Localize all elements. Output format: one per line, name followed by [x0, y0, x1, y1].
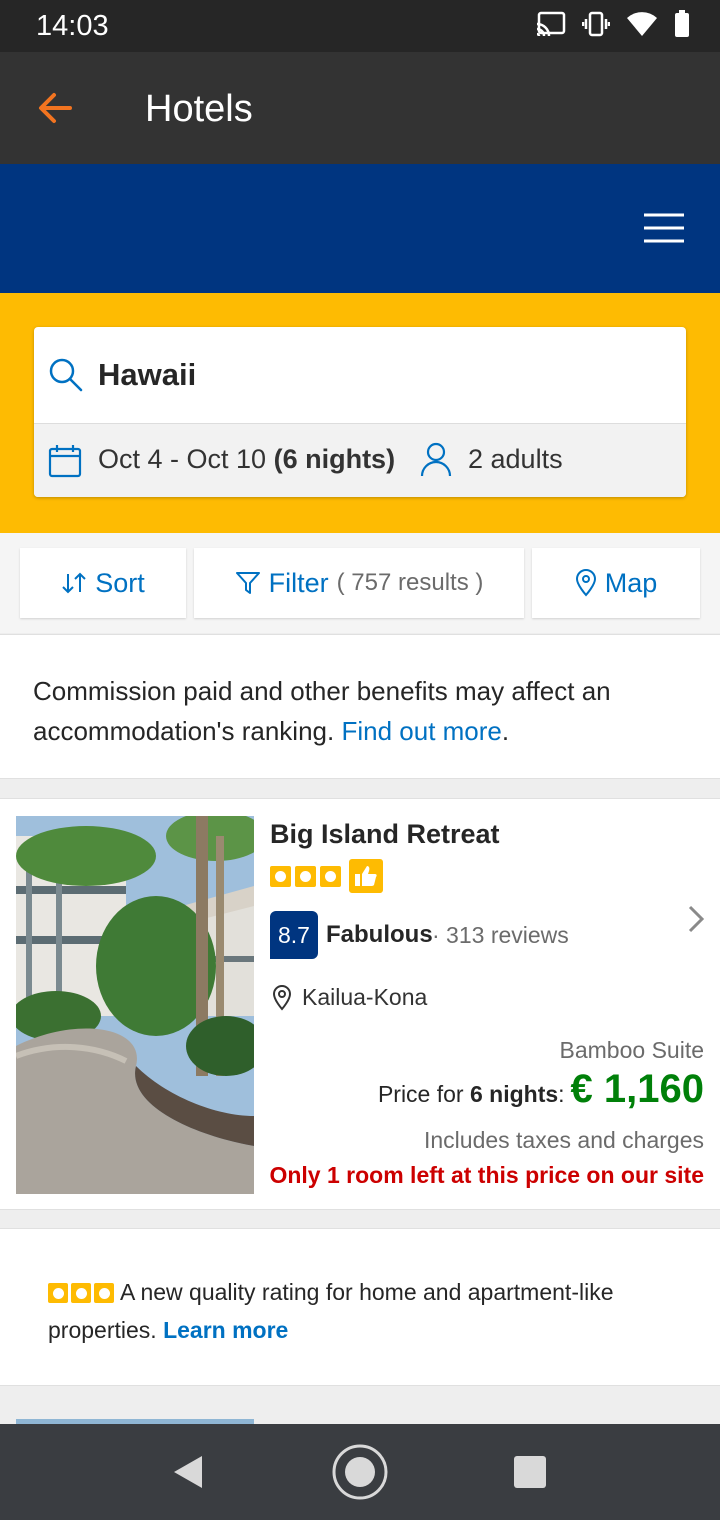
hotel-photo-image	[16, 816, 254, 1194]
vibrate-icon	[582, 11, 610, 37]
status-time: 14:03	[36, 10, 109, 42]
review-score-word: Fabulous	[326, 921, 433, 948]
hamburger-menu-icon	[644, 213, 684, 243]
find-out-more-link[interactable]: Find out more	[341, 716, 501, 746]
notice-text: Commission paid and other benefits may a…	[33, 671, 673, 751]
brand-bar	[0, 164, 720, 293]
nav-recents-icon[interactable]	[514, 1456, 546, 1488]
location-pin-icon	[272, 985, 292, 1011]
page-title: Hotels	[145, 88, 253, 130]
sort-label: Sort	[95, 567, 145, 598]
review-count: · 313 reviews	[432, 922, 569, 948]
nav-back-icon[interactable]	[172, 1454, 204, 1490]
rating-square-icon	[295, 865, 316, 887]
person-icon	[420, 442, 452, 477]
price-prefix: Price for	[377, 1081, 464, 1107]
back-button[interactable]	[34, 86, 78, 130]
notice-period: .	[501, 716, 510, 746]
wifi-icon	[627, 12, 657, 36]
filter-button[interactable]: Filter ( 757 results )	[194, 548, 524, 618]
search-card: Hawaii Oct 4 - Oct 10 (6 nights) 2 adult…	[34, 327, 686, 497]
rating-square-icon	[320, 865, 341, 887]
guests-field[interactable]: 2 adults	[468, 444, 563, 475]
quality-info-body: A new quality rating for home and apartm…	[48, 1279, 614, 1343]
calendar-icon	[48, 445, 82, 478]
map-label: Map	[604, 567, 658, 598]
price-value: € 1,160	[570, 1067, 704, 1111]
map-button[interactable]: Map	[532, 548, 700, 618]
quality-rating	[270, 859, 383, 893]
rating-square-icon	[71, 1283, 91, 1303]
sort-button[interactable]: Sort	[20, 548, 186, 618]
price-line: Price for 6 nights: € 1,160	[378, 1067, 704, 1112]
results-toolbar: Sort Filter ( 757 results ) Map	[0, 533, 720, 633]
battery-icon	[675, 10, 689, 37]
hotel-card[interactable]: Big Island Retreat 8.7 Fabulous · 313 re…	[0, 798, 720, 1210]
quality-rating-info: A new quality rating for home and apartm…	[0, 1228, 720, 1386]
price-colon: :	[558, 1081, 565, 1107]
price-nights: 6 nights	[469, 1081, 559, 1107]
filter-label: Filter	[268, 567, 329, 598]
dates-value: Oct 4 - Oct 10	[98, 444, 267, 474]
learn-more-link[interactable]: Learn more	[163, 1317, 288, 1343]
scarcity-message: Only 1 room left at this price on our si…	[269, 1162, 704, 1188]
nights-value: (6 nights)	[273, 444, 396, 474]
review-score-badge: 8.7	[270, 911, 318, 959]
hotel-location: Kailua-Kona	[302, 984, 428, 1010]
taxes-note: Includes taxes and charges	[423, 1127, 704, 1153]
arrow-left-icon	[39, 93, 72, 123]
destination-value: Hawaii	[98, 357, 197, 392]
app-bar: Hotels	[0, 52, 720, 164]
results-count: ( 757 results )	[336, 569, 484, 596]
map-pin-icon	[575, 569, 596, 597]
thumbs-up-icon	[349, 859, 383, 893]
quality-squares	[48, 1283, 114, 1303]
rating-square-icon	[94, 1283, 114, 1303]
destination-field[interactable]: Hawaii	[34, 327, 686, 423]
hotel-name[interactable]: Big Island Retreat	[270, 819, 500, 850]
system-nav-bar	[0, 1424, 720, 1520]
ranking-notice: Commission paid and other benefits may a…	[0, 634, 720, 779]
search-panel: Hawaii Oct 4 - Oct 10 (6 nights) 2 adult…	[0, 293, 720, 533]
cast-icon	[536, 11, 566, 37]
search-icon	[49, 358, 83, 392]
rating-square-icon	[48, 1283, 68, 1303]
chevron-right-icon[interactable]	[684, 903, 708, 935]
dates-field[interactable]: Oct 4 - Oct 10 (6 nights)	[98, 444, 395, 475]
quality-info-text: A new quality rating for home and apartm…	[48, 1273, 688, 1349]
room-type: Bamboo Suite	[559, 1037, 704, 1063]
sort-icon	[62, 572, 86, 594]
status-bar: 14:03	[0, 0, 720, 52]
notice-body: Commission paid and other benefits may a…	[33, 676, 611, 746]
dates-guests-row: Oct 4 - Oct 10 (6 nights) 2 adults	[34, 423, 686, 497]
rating-square-icon	[270, 865, 291, 887]
hotel-photo[interactable]	[16, 816, 254, 1194]
price-label: Price for 6 nights:	[378, 1081, 565, 1108]
filter-icon	[235, 572, 260, 594]
nav-home-icon[interactable]	[331, 1443, 389, 1501]
status-icons	[536, 10, 690, 38]
menu-button[interactable]	[642, 212, 686, 244]
